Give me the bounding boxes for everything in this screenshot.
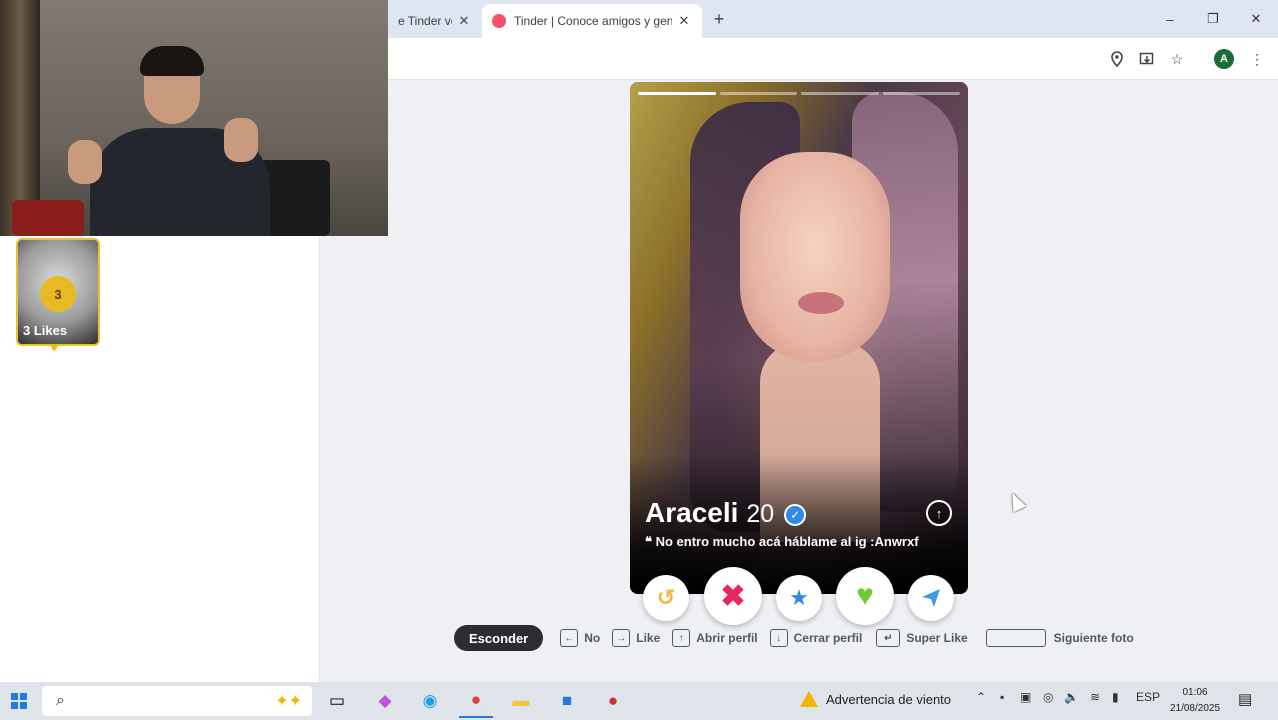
location-icon[interactable] [1106, 48, 1128, 70]
arrow-up-icon: ↑ [935, 505, 943, 521]
search-icon: ⌕ [56, 692, 65, 709]
likes-count-badge: 3 [40, 276, 76, 312]
photo-progress-bars[interactable] [638, 92, 960, 96]
edge-browser-icon[interactable]: ◉ [413, 684, 447, 718]
star-icon: ★ [789, 585, 809, 610]
profile-name-row: Araceli 20 ✓ [645, 497, 807, 529]
arrow-left-key-icon: ← [560, 629, 579, 647]
boost-button[interactable] [908, 575, 954, 621]
menu-icon[interactable]: ⋮ [1246, 48, 1268, 70]
copilot-sparkle-icon: ✦✦ [275, 693, 302, 710]
bookmark-star-icon[interactable]: ☆ [1166, 48, 1188, 70]
shortcut-like: → Like [612, 629, 660, 647]
chevron-up-icon[interactable]: ⌃ [976, 690, 986, 704]
language-indicator[interactable]: ESP [1136, 690, 1160, 704]
profile-age: 20 [746, 500, 775, 528]
arrow-right-key-icon: → [612, 629, 631, 647]
photo-bar[interactable] [801, 92, 879, 95]
photo-bar[interactable] [719, 92, 797, 95]
super-like-button[interactable]: ★ [776, 575, 822, 621]
taskbar-clock[interactable]: 01:06 21/08/2025 [1166, 685, 1224, 717]
webcam-overlay [0, 0, 388, 236]
tab-tinder[interactable]: Tinder | Conoce amigos y gente ✕ [482, 4, 702, 38]
send-icon [922, 589, 940, 607]
task-view-icon[interactable]: ▭ [320, 684, 354, 718]
arrow-down-key-icon: ↓ [769, 629, 788, 647]
microphone-icon[interactable]: ▮ [1112, 690, 1119, 704]
clock-date: 21/08/2025 [1169, 703, 1221, 714]
shortcut-next-photo: Siguiente foto [985, 629, 1134, 647]
warning-icon [800, 691, 818, 707]
shortcut-open-profile: ↑ Abrir perfil [672, 629, 758, 647]
outlook-icon[interactable]: ■ [550, 684, 584, 718]
shortcut-super-like: ↵ Super Like [876, 629, 968, 647]
profile-bio: ❝ No entro mucho acá háblame al ig :Anwr… [645, 534, 919, 550]
hide-shortcuts-button[interactable]: Esconder [454, 625, 544, 651]
arrow-up-key-icon: ↑ [672, 629, 691, 647]
screen: { "browser": { "tabs": [ {"title": "e Ti… [0, 0, 1278, 720]
tray-app-icon[interactable]: ▣ [1020, 690, 1031, 704]
shortcut-label: Cerrar perfil [793, 631, 863, 645]
shortcut-label: Abrir perfil [696, 631, 758, 645]
enter-key-icon: ↵ [876, 629, 901, 647]
tinder-favicon-icon [492, 14, 506, 28]
shortcut-no: ← No [560, 629, 600, 647]
nope-icon: ✖ [720, 579, 746, 613]
shortcut-label: Like [636, 631, 661, 645]
file-explorer-icon[interactable]: ▬ [504, 684, 538, 718]
tray-app-icon[interactable]: ▪ [1000, 690, 1004, 704]
volume-icon[interactable]: 🔈 [1064, 690, 1079, 704]
photo-bar[interactable] [882, 92, 960, 95]
taskbar-search-input[interactable]: ⌕ ✦✦ [42, 686, 312, 716]
plus-icon[interactable]: + [708, 8, 730, 30]
photo-bar[interactable] [638, 92, 716, 95]
open-profile-button[interactable]: ↑ [926, 500, 952, 526]
heart-icon: ♥ [856, 579, 874, 612]
gold-heart-icon: ♥ [50, 339, 59, 355]
weather-text: Advertencia de viento [826, 691, 952, 707]
profile-name: Araceli [645, 497, 739, 528]
clock-time: 01:06 [1182, 687, 1208, 698]
close-icon[interactable]: ✕ [676, 13, 692, 29]
chrome-browser-icon[interactable]: ● [459, 684, 493, 718]
quote-icon: ❝ [645, 534, 656, 549]
verified-icon: ✓ [784, 504, 807, 526]
tray-app-icon[interactable]: ◎ [1043, 690, 1053, 704]
windows-start-icon[interactable] [2, 684, 36, 718]
likes-card[interactable]: 3 3 Likes [16, 238, 100, 346]
close-icon[interactable]: ✕ [456, 13, 472, 29]
restore-button[interactable]: ❐ [1200, 8, 1226, 30]
rewind-button[interactable]: ↺ [643, 575, 689, 621]
tab-previous[interactable]: e Tinder ve ✕ [388, 4, 482, 38]
copilot-app-icon[interactable]: ◆ [368, 684, 402, 718]
weather-widget[interactable]: Advertencia de viento [800, 691, 951, 707]
notification-icon[interactable]: ▤ [1238, 690, 1258, 708]
recording-app-icon[interactable]: ● [596, 684, 630, 718]
minimize-button[interactable]: – [1157, 8, 1183, 30]
shortcut-label: No [584, 631, 601, 645]
account-avatar[interactable]: A [1214, 49, 1234, 69]
nope-button[interactable]: ✖ [704, 567, 762, 625]
bio-text: No entro mucho acá háblame al ig :Anwrxf [655, 534, 919, 549]
rewind-icon: ↺ [656, 585, 676, 610]
shortcut-label: Siguiente foto [1053, 631, 1134, 645]
like-button[interactable]: ♥ [836, 567, 894, 625]
spacebar-key-icon [985, 629, 1046, 647]
install-app-icon[interactable] [1136, 48, 1158, 70]
profile-card[interactable]: Araceli 20 ✓ ❝ No entro mucho acá háblam… [630, 82, 968, 594]
network-icon[interactable]: ≋ [1090, 690, 1100, 704]
shortcut-close-profile: ↓ Cerrar perfil [769, 629, 863, 647]
close-window-button[interactable]: ✕ [1243, 8, 1269, 30]
keyboard-shortcuts-bar: Esconder ← No → Like ↑ Abrir perfil ↓ Ce… [454, 624, 1134, 652]
tab-title: e Tinder ve [398, 14, 452, 28]
tab-title: Tinder | Conoce amigos y gente [514, 14, 672, 28]
shortcut-label: Super Like [906, 631, 968, 645]
likes-label: 3 Likes [23, 323, 68, 338]
